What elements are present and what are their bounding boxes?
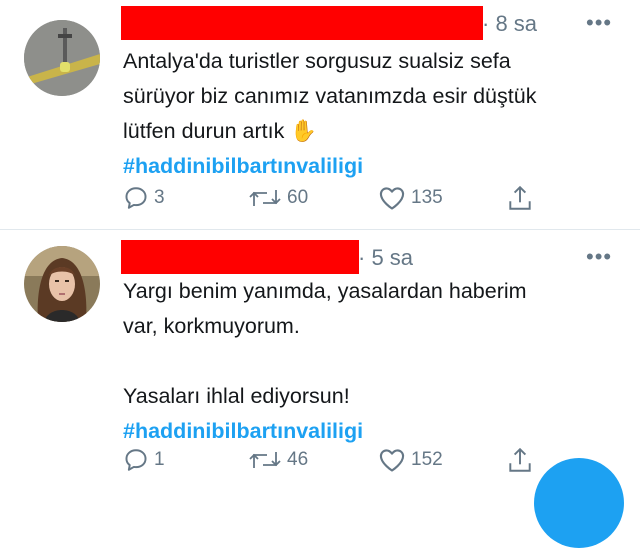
reply-button[interactable]: 3: [123, 181, 165, 215]
share-icon: [509, 447, 531, 472]
reply-button[interactable]: 1: [123, 443, 165, 477]
tweet-text-line: Yargı benim yanımda, yasalardan haberim: [123, 279, 527, 303]
tweet-text-line: Yasaları ihlal ediyorsun!: [123, 384, 350, 408]
retweet-button[interactable]: 60: [248, 181, 308, 215]
tweet[interactable]: · 8 sa ••• Antalya'da turistler sorgusuz…: [0, 0, 640, 229]
share-button[interactable]: [507, 181, 533, 215]
hashtag-link[interactable]: #haddinibilbartınvaliligi: [123, 149, 623, 184]
tweet-text: Yargı benim yanımda, yasalardan haberim …: [123, 274, 623, 449]
avatar[interactable]: [24, 246, 100, 322]
retweet-count: 46: [287, 449, 309, 470]
like-count: 135: [411, 187, 443, 208]
like-count: 152: [411, 449, 443, 470]
tweet-actions: 1 46 152: [0, 443, 640, 477]
redacted-username: [121, 6, 483, 40]
compose-tweet-button[interactable]: [534, 458, 624, 548]
like-icon: [379, 449, 405, 472]
like-icon: [379, 187, 405, 210]
more-icon[interactable]: •••: [586, 12, 612, 34]
reply-count: 1: [154, 449, 165, 470]
avatar[interactable]: [24, 20, 100, 96]
reply-icon: [125, 449, 147, 471]
tweet-timestamp[interactable]: · 5 sa: [358, 245, 413, 271]
tweet[interactable]: · 5 sa ••• Yargı benim yanımda, yasalard…: [0, 230, 640, 483]
tweet-text-line: lütfen durun artık ✋: [123, 114, 623, 149]
tweet-timestamp[interactable]: · 8 sa: [482, 11, 537, 37]
tweet-text-line: Antalya'da turistler sorgusuz sualsiz se…: [123, 49, 511, 73]
share-button[interactable]: [507, 443, 533, 477]
reply-count: 3: [154, 187, 165, 208]
line-break: [123, 344, 623, 379]
share-icon: [509, 185, 531, 210]
tweet-text-line: var, korkmuyorum.: [123, 314, 300, 338]
tweet-text: Antalya'da turistler sorgusuz sualsiz se…: [123, 44, 623, 184]
reply-icon: [125, 187, 147, 209]
retweet-icon: [249, 452, 281, 468]
redacted-username: [121, 240, 359, 274]
more-icon[interactable]: •••: [586, 246, 612, 268]
retweet-count: 60: [287, 187, 309, 208]
like-button[interactable]: 152: [378, 443, 443, 477]
raised-hand-emoji: ✋: [290, 119, 318, 143]
tweet-text-segment: lütfen durun artık: [123, 119, 285, 143]
tweet-actions: 3 60 135: [0, 181, 640, 215]
tweet-text-line: sürüyor biz canımız vatanımzda esir düşt…: [123, 84, 537, 108]
retweet-icon: [249, 190, 281, 206]
retweet-button[interactable]: 46: [248, 443, 308, 477]
like-button[interactable]: 135: [378, 181, 443, 215]
